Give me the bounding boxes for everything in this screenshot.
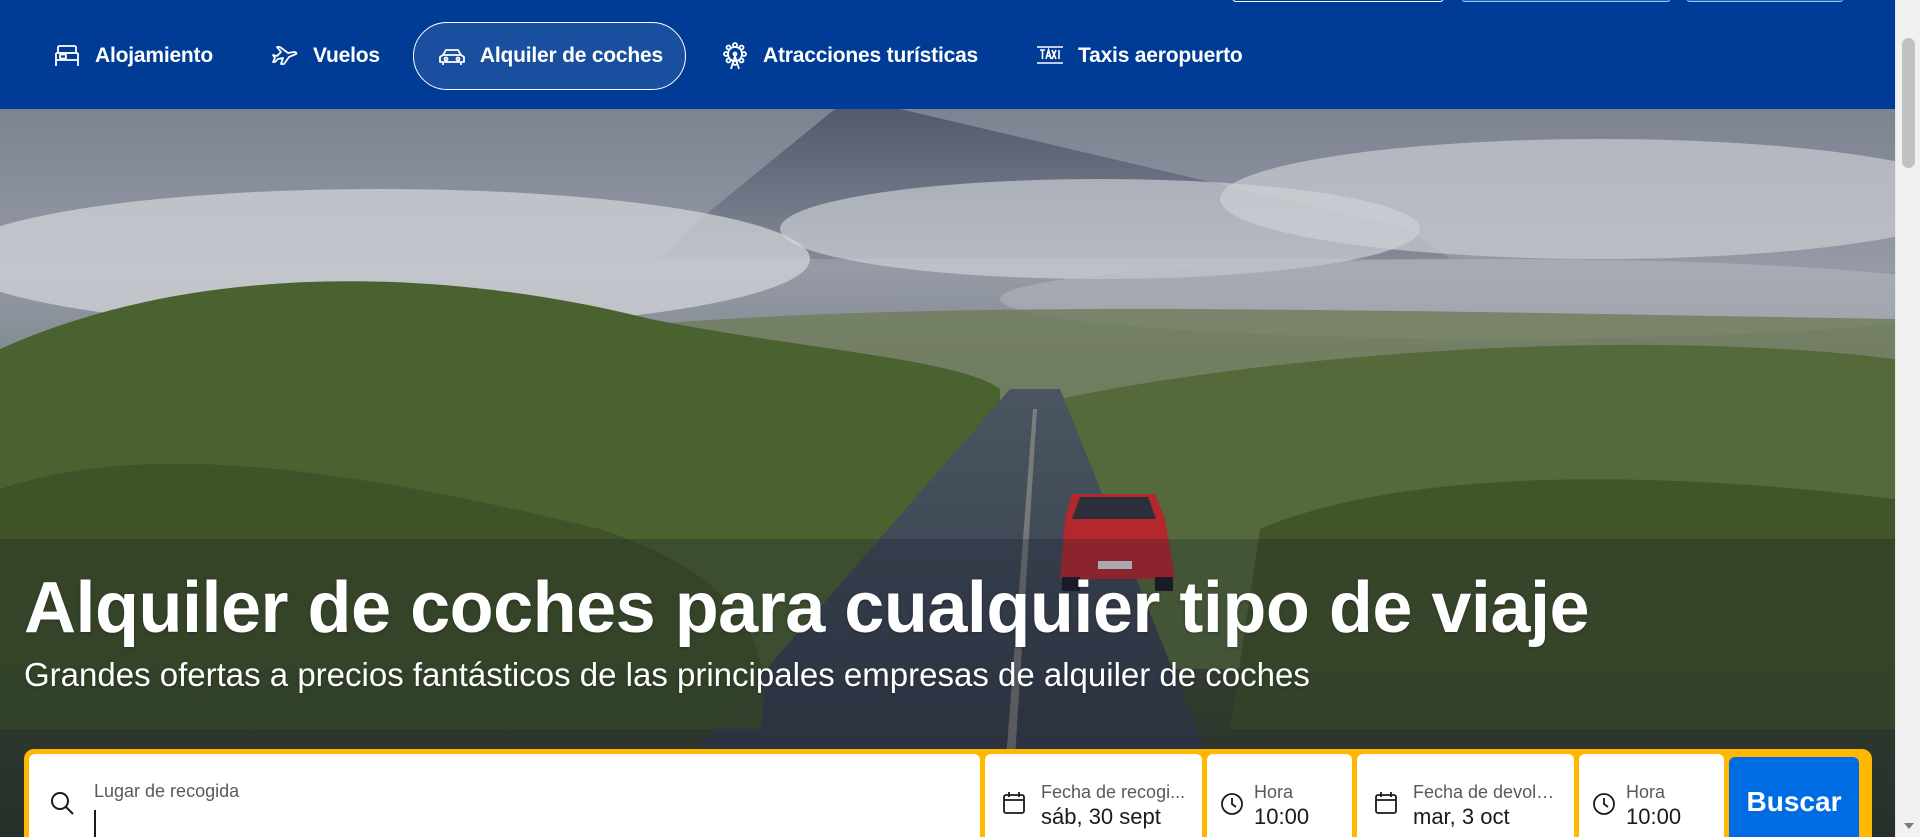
pickup-location-input[interactable] bbox=[89, 768, 949, 837]
pickup-location-field[interactable]: Lugar de recogida bbox=[29, 754, 980, 837]
dropoff-date-value: mar, 3 oct bbox=[1413, 804, 1510, 829]
plane-icon bbox=[269, 41, 301, 71]
car-icon bbox=[436, 41, 468, 71]
nav-item-label: Atracciones turísticas bbox=[763, 44, 979, 67]
hero-banner: Alquiler de coches para cualquier tipo d… bbox=[0, 109, 1895, 837]
pickup-date-field[interactable]: Fecha de recogi... sáb, 30 sept bbox=[985, 754, 1202, 837]
nav-item-taxis[interactable]: Taxis aeropuerto bbox=[1011, 22, 1265, 90]
top-header: Alojamiento Vuelos Alquiler de coches At… bbox=[0, 0, 1895, 109]
product-nav: Alojamiento Vuelos Alquiler de coches At… bbox=[28, 22, 1276, 90]
nav-item-vuelos[interactable]: Vuelos bbox=[246, 22, 403, 90]
hero-subtitle: Grandes ofertas a precios fantásticos de… bbox=[24, 656, 1310, 693]
dropoff-time-value: 10:00 bbox=[1626, 804, 1682, 829]
car-search-form: Lugar de recogida Fecha de recogi... sáb… bbox=[24, 749, 1872, 837]
nav-item-atracciones[interactable]: Atracciones turísticas bbox=[696, 22, 1001, 90]
pickup-time-value: 10:00 bbox=[1254, 804, 1310, 829]
register-button[interactable] bbox=[1461, 0, 1671, 2]
sign-in-button[interactable] bbox=[1686, 0, 1844, 2]
clock-icon bbox=[1221, 793, 1243, 815]
calendar-icon bbox=[1003, 792, 1025, 814]
pickup-time-label: Hora bbox=[1254, 782, 1294, 802]
text-cursor bbox=[94, 810, 96, 837]
bed-icon bbox=[51, 41, 83, 71]
calendar-icon bbox=[1375, 792, 1397, 814]
page-scrollbar[interactable] bbox=[1895, 0, 1920, 837]
nav-item-label: Alojamiento bbox=[95, 44, 213, 67]
pickup-date-label: Fecha de recogi... bbox=[1041, 782, 1186, 802]
nav-item-label: Taxis aeropuerto bbox=[1078, 44, 1243, 67]
nav-item-label: Vuelos bbox=[312, 44, 380, 67]
scrollbar-thumb[interactable] bbox=[1902, 38, 1915, 168]
hero-title: Alquiler de coches para cualquier tipo d… bbox=[24, 568, 1590, 648]
currency-button[interactable] bbox=[1232, 0, 1444, 2]
search-icon bbox=[51, 792, 74, 815]
clock-icon bbox=[1593, 793, 1615, 815]
dropoff-time-label: Hora bbox=[1626, 782, 1666, 802]
pickup-time-field[interactable]: Hora 10:00 bbox=[1207, 754, 1352, 837]
nav-item-label: Alquiler de coches bbox=[479, 44, 663, 67]
hero-background-image bbox=[0, 109, 1895, 837]
dropoff-time-field[interactable]: Hora 10:00 bbox=[1579, 754, 1724, 837]
scroll-down-arrow-icon[interactable] bbox=[1904, 823, 1914, 829]
dropoff-date-label: Fecha de devolu... bbox=[1413, 782, 1558, 802]
ferris-wheel-icon bbox=[719, 41, 751, 71]
dropoff-date-field[interactable]: Fecha de devolu... mar, 3 oct bbox=[1357, 754, 1574, 837]
pickup-date-value: sáb, 30 sept bbox=[1041, 804, 1161, 829]
taxi-icon bbox=[1034, 41, 1066, 71]
nav-item-alojamiento[interactable]: Alojamiento bbox=[28, 22, 236, 90]
nav-item-alquiler-de-coches[interactable]: Alquiler de coches bbox=[412, 22, 686, 90]
search-button[interactable]: Buscar bbox=[1729, 757, 1859, 837]
